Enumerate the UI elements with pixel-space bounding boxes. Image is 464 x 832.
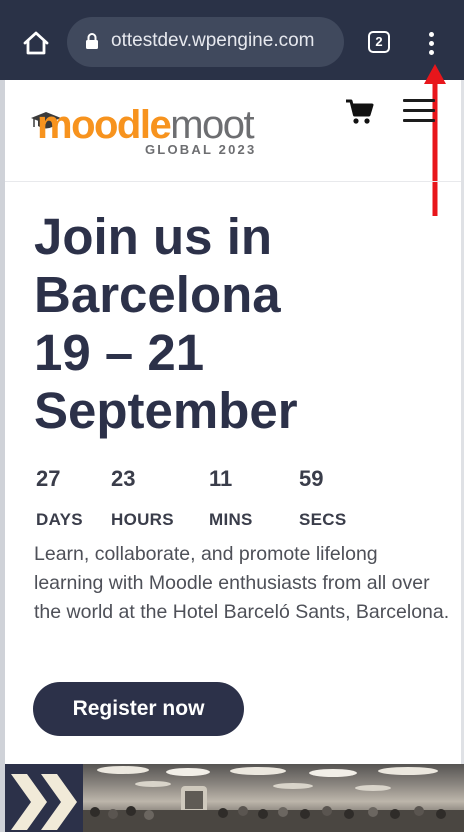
intro-text: Learn, collaborate, and promote lifelong… xyxy=(34,543,450,623)
countdown-hours-label: HOURS xyxy=(111,510,174,529)
moodlemoot-logo[interactable]: moodlemoot GLOBAL 2023 xyxy=(31,102,291,162)
countdown-days-value: 27 xyxy=(36,466,61,491)
title-line: 19 – 21 xyxy=(34,324,205,381)
title-line: Barcelona xyxy=(34,266,281,323)
countdown-secs-value: 59 xyxy=(299,466,324,491)
register-button[interactable]: Register now xyxy=(33,682,244,736)
site-header: moodlemoot GLOBAL 2023 xyxy=(5,80,461,182)
conference-hall-photo xyxy=(83,764,464,832)
title-line: Join us in xyxy=(34,208,273,265)
browser-toolbar: ottestdev.wpengine.com 2 xyxy=(0,0,464,80)
countdown-mins-value: 11 xyxy=(209,466,233,491)
countdown-mins-label: MINS xyxy=(209,510,253,529)
countdown-hours-value: 23 xyxy=(111,466,136,491)
tabs-icon[interactable]: 2 xyxy=(368,31,390,53)
hero-title: Join us in Barcelona 19 – 21 September xyxy=(34,208,434,440)
countdown-secs-label: SECS xyxy=(299,510,347,529)
hero-image xyxy=(5,764,464,832)
cart-icon[interactable] xyxy=(345,97,375,127)
url-text: ottestdev.wpengine.com xyxy=(111,30,315,51)
lock-icon xyxy=(85,33,99,50)
address-bar[interactable]: ottestdev.wpengine.com xyxy=(67,17,344,67)
home-icon[interactable] xyxy=(22,30,50,56)
more-vert-icon[interactable] xyxy=(422,30,442,58)
logo-subtitle: GLOBAL 2023 xyxy=(145,142,257,157)
hamburger-icon[interactable] xyxy=(403,97,435,125)
countdown-days-label: DAYS xyxy=(36,510,83,529)
chevrons-icon xyxy=(5,764,83,832)
tab-count: 2 xyxy=(375,34,383,49)
title-line: September xyxy=(34,382,298,439)
page-edge xyxy=(0,80,5,832)
